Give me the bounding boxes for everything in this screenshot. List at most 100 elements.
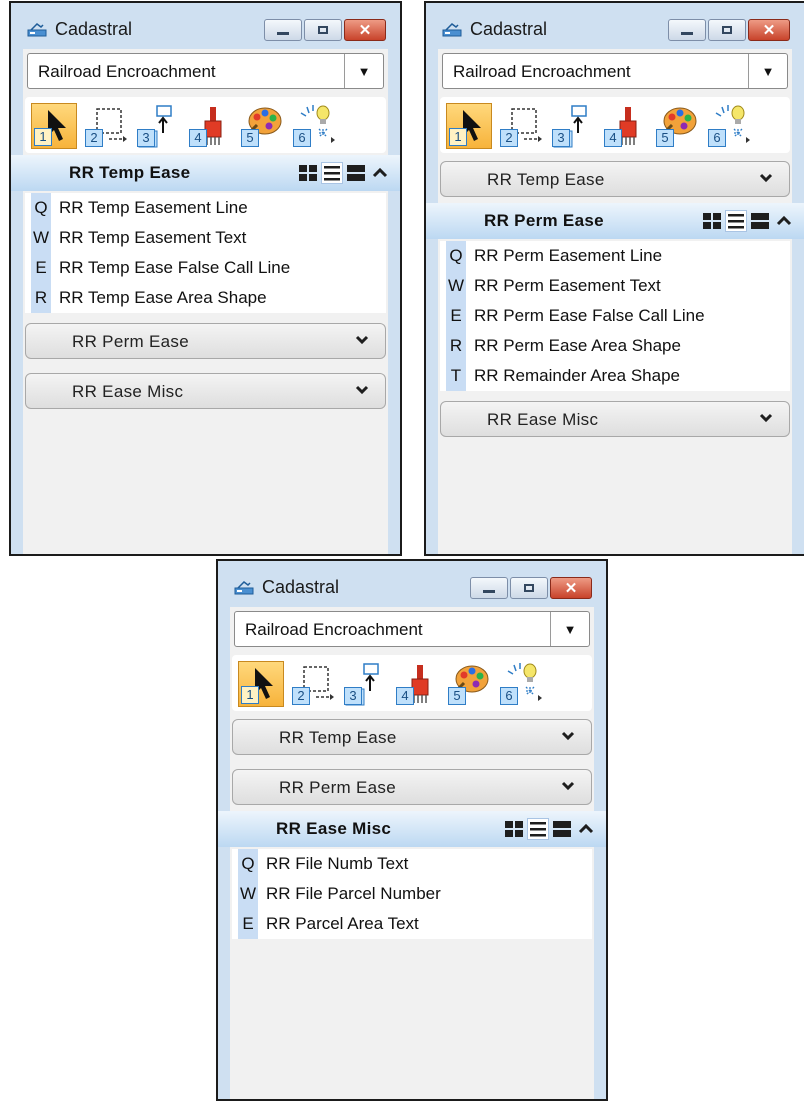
tool-number: 5 — [656, 129, 674, 147]
tool-4-button[interactable]: 4 — [187, 103, 233, 149]
window-title: Cadastral — [262, 577, 340, 597]
tool-number: 1 — [449, 128, 467, 146]
window-title: Cadastral — [470, 19, 548, 39]
tool-3-button[interactable]: 3 — [550, 103, 596, 149]
tool-label: RR Perm Easement Text — [474, 276, 661, 295]
tool-6-button[interactable]: 6 — [498, 661, 544, 707]
group-label: RR Temp Ease — [279, 728, 397, 747]
icon-grid-view-icon[interactable] — [298, 163, 318, 183]
list-item[interactable]: W RR File Parcel Number — [232, 879, 592, 909]
tool-number: 6 — [708, 129, 726, 147]
group-header-collapsed[interactable]: RR Perm Ease — [232, 769, 592, 805]
list-item[interactable]: W RR Temp Easement Text — [25, 223, 386, 253]
group-header-expanded[interactable]: RR Perm Ease — [426, 203, 804, 239]
title-bar[interactable]: Cadastral ✕ — [426, 3, 804, 49]
group-header-collapsed[interactable]: RR Ease Misc — [440, 401, 790, 437]
list-view-icon[interactable] — [725, 210, 747, 232]
tool-number: 3 — [552, 129, 570, 147]
tool-1-button[interactable]: 1 — [446, 103, 492, 149]
chevron-up-icon[interactable] — [576, 819, 596, 839]
group-label: RR Ease Misc — [487, 410, 599, 429]
tool-number: 2 — [500, 129, 518, 147]
close-button[interactable]: ✕ — [344, 19, 386, 41]
list-item[interactable]: Q RR File Numb Text — [232, 849, 592, 879]
tool-label: RR Temp Easement Text — [59, 228, 247, 247]
tool-5-button[interactable]: 5 — [654, 103, 700, 149]
tool-number: 6 — [293, 129, 311, 147]
list-item[interactable]: Q RR Temp Easement Line — [25, 193, 386, 223]
tool-3-button[interactable]: 3 — [342, 661, 388, 707]
tool-set-dropdown[interactable]: Railroad Encroachment ▼ — [27, 53, 384, 89]
list-view-icon[interactable] — [321, 162, 343, 184]
tool-1-button[interactable]: 1 — [31, 103, 77, 149]
dropdown-arrow-icon[interactable]: ▼ — [748, 54, 787, 88]
group-header-collapsed[interactable]: RR Temp Ease — [232, 719, 592, 755]
minimize-button[interactable] — [668, 19, 706, 41]
tool-4-button[interactable]: 4 — [394, 661, 440, 707]
dropdown-arrow-icon[interactable]: ▼ — [344, 54, 383, 88]
list-item[interactable]: T RR Remainder Area Shape — [440, 361, 790, 391]
list-item[interactable]: Q RR Perm Easement Line — [440, 241, 790, 271]
maximize-button[interactable] — [708, 19, 746, 41]
large-list-view-icon[interactable] — [346, 163, 366, 183]
tool-set-value: Railroad Encroachment — [38, 62, 216, 81]
tool-number: 6 — [500, 687, 518, 705]
tool-2-button[interactable]: 2 — [290, 661, 336, 707]
maximize-button[interactable] — [510, 577, 548, 599]
group-header-collapsed[interactable]: RR Perm Ease — [25, 323, 386, 359]
group-header-expanded[interactable]: RR Ease Misc — [218, 811, 606, 847]
tool-6-button[interactable]: 6 — [706, 103, 752, 149]
group-header-collapsed[interactable]: RR Ease Misc — [25, 373, 386, 409]
minimize-button[interactable] — [264, 19, 302, 41]
chevron-down-icon[interactable] — [759, 171, 773, 185]
tool-number: 3 — [137, 129, 155, 147]
icon-grid-view-icon[interactable] — [504, 819, 524, 839]
list-item[interactable]: E RR Perm Ease False Call Line — [440, 301, 790, 331]
tool-palette-window: Cadastral ✕ Railroad Encroachment ▼ 1 2 3 4… — [216, 559, 608, 1101]
tool-2-button[interactable]: 2 — [498, 103, 544, 149]
tool-3-button[interactable]: 3 — [135, 103, 181, 149]
chevron-up-icon[interactable] — [774, 211, 794, 231]
maximize-button[interactable] — [304, 19, 342, 41]
large-list-view-icon[interactable] — [750, 211, 770, 231]
icon-grid-view-icon[interactable] — [702, 211, 722, 231]
palette-body: Railroad Encroachment ▼ 1 2 3 4 5 6 RR Temp E… — [426, 49, 804, 554]
tool-1-button[interactable]: 1 — [238, 661, 284, 707]
list-item[interactable]: R RR Perm Ease Area Shape — [440, 331, 790, 361]
chevron-down-icon[interactable] — [561, 729, 575, 743]
chevron-up-icon[interactable] — [370, 163, 390, 183]
group-label: RR Perm Ease — [279, 778, 396, 797]
chevron-down-icon[interactable] — [759, 411, 773, 425]
tool-label: RR Parcel Area Text — [266, 914, 419, 933]
tool-set-dropdown[interactable]: Railroad Encroachment ▼ — [442, 53, 788, 89]
list-item[interactable]: W RR Perm Easement Text — [440, 271, 790, 301]
chevron-down-icon[interactable] — [355, 333, 369, 347]
group-header-collapsed[interactable]: RR Temp Ease — [440, 161, 790, 197]
close-button[interactable]: ✕ — [550, 577, 592, 599]
minimize-button[interactable] — [470, 577, 508, 599]
tool-6-button[interactable]: 6 — [291, 103, 337, 149]
large-list-view-icon[interactable] — [552, 819, 572, 839]
title-bar[interactable]: Cadastral ✕ — [11, 3, 400, 49]
task-toolbar: 1 2 3 4 5 6 — [25, 97, 386, 153]
group-label: RR Ease Misc — [72, 382, 184, 401]
tool-4-button[interactable]: 4 — [602, 103, 648, 149]
list-item[interactable]: E RR Temp Ease False Call Line — [25, 253, 386, 283]
tool-5-button[interactable]: 5 — [446, 661, 492, 707]
tool-list: Q RR Temp Easement Line W RR Temp Easement … — [25, 193, 386, 313]
group-header-expanded[interactable]: RR Temp Ease — [11, 155, 400, 191]
close-button[interactable]: ✕ — [748, 19, 790, 41]
title-bar[interactable]: Cadastral ✕ — [218, 561, 606, 607]
tool-set-dropdown[interactable]: Railroad Encroachment ▼ — [234, 611, 590, 647]
tool-2-button[interactable]: 2 — [83, 103, 129, 149]
shortcut-key: Q — [238, 849, 258, 879]
list-item[interactable]: R RR Temp Ease Area Shape — [25, 283, 386, 313]
dropdown-arrow-icon[interactable]: ▼ — [550, 612, 589, 646]
group-label: RR Temp Ease — [69, 163, 191, 182]
shortcut-key: E — [238, 909, 258, 939]
chevron-down-icon[interactable] — [561, 779, 575, 793]
list-item[interactable]: E RR Parcel Area Text — [232, 909, 592, 939]
list-view-icon[interactable] — [527, 818, 549, 840]
tool-5-button[interactable]: 5 — [239, 103, 285, 149]
chevron-down-icon[interactable] — [355, 383, 369, 397]
